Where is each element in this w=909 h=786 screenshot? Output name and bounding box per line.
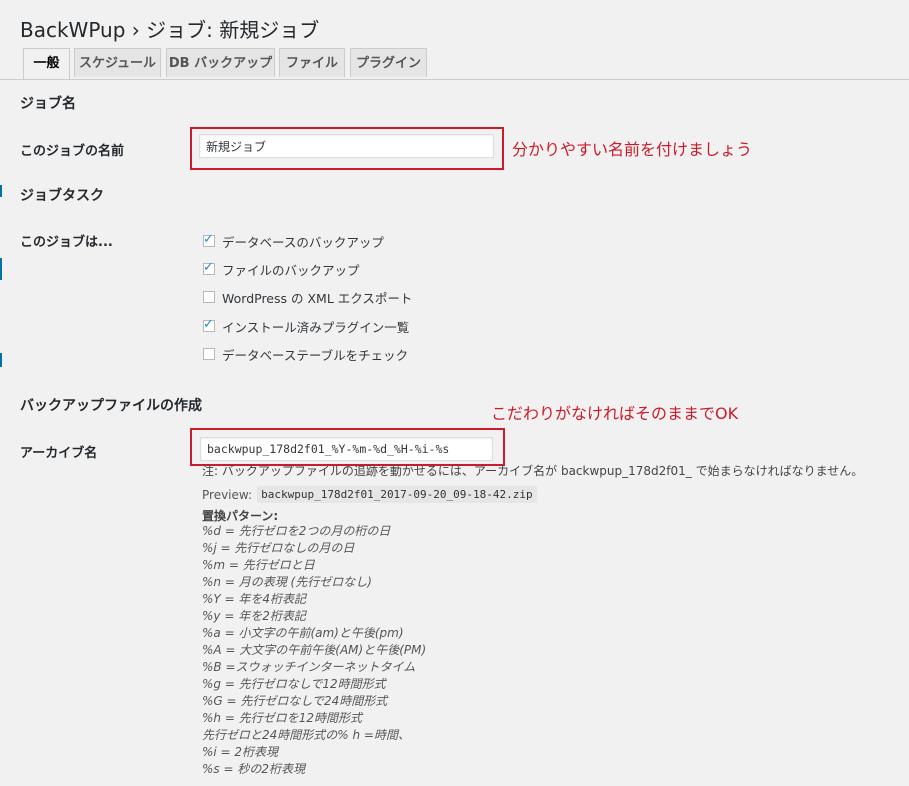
replacement-pattern: %n = 月の表現 (先行ゼロなし) bbox=[202, 575, 372, 589]
replacement-pattern: %a = 小文字の午前(am)と午後(pm) bbox=[202, 626, 404, 640]
tab-plugins[interactable]: プラグイン bbox=[350, 48, 427, 77]
tab-schedule[interactable]: スケジュール bbox=[74, 48, 161, 77]
task-database-backup[interactable]: ✓ データベースのバックアップ bbox=[203, 232, 384, 250]
preview-filename: backwpup_178d2f01_2017-09-20_09-18-42.zi… bbox=[257, 486, 537, 503]
replacement-pattern: %d = 先行ゼロを2つの月の桁の日 bbox=[202, 524, 391, 538]
replacement-patterns-title: 置換パターン: bbox=[202, 509, 279, 523]
replacement-pattern: %s = 秒の2桁表現 bbox=[202, 762, 305, 776]
job-name-label: このジョブの名前 bbox=[20, 144, 125, 159]
replacement-pattern: %A = 大文字の午前午後(AM)と午後(PM) bbox=[202, 643, 427, 657]
tab-db-backup[interactable]: DB バックアップ bbox=[166, 48, 275, 77]
admin-menu-edge bbox=[0, 0, 2, 786]
tab-general[interactable]: 一般 bbox=[23, 48, 70, 79]
archive-heading: バックアップファイルの作成 bbox=[20, 398, 202, 414]
checkbox-file-backup[interactable]: ✓ bbox=[203, 260, 215, 275]
task-label: データベースのバックアップ bbox=[222, 234, 384, 250]
job-name-annotation: 分かりやすい名前を付けましょう bbox=[512, 140, 753, 159]
replacement-pattern: %m = 先行ゼロと日 bbox=[202, 558, 315, 572]
replacement-pattern: %y = 年を2桁表記 bbox=[202, 609, 306, 623]
job-tasks-label: このジョブは... bbox=[20, 235, 113, 250]
replacement-pattern: %h = 先行ゼロを12時間形式 bbox=[202, 711, 362, 725]
replacement-pattern: %G = 先行ゼロなしで24時間形式 bbox=[202, 694, 388, 708]
replacement-pattern: %i = 2桁表現 bbox=[202, 745, 279, 759]
page-title: BackWPup › ジョブ: 新規ジョブ bbox=[20, 18, 320, 42]
highlight-box-job-name bbox=[190, 127, 504, 170]
checkmark-icon: ✓ bbox=[203, 317, 214, 332]
checkbox-xml-export[interactable] bbox=[203, 291, 215, 303]
task-file-backup[interactable]: ✓ ファイルのバックアップ bbox=[203, 260, 360, 278]
archive-annotation: こだわりがなければそのままでOK bbox=[491, 404, 739, 423]
replacement-pattern: %Y = 年を4桁表記 bbox=[202, 592, 307, 606]
replacement-patterns-list: %d = 先行ゼロを2つの月の桁の日 %j = 先行ゼロなしの月の日 %m = … bbox=[202, 523, 426, 778]
task-xml-export[interactable]: WordPress の XML エクスポート bbox=[203, 288, 412, 306]
task-check-tables[interactable]: データベーステーブルをチェック bbox=[203, 345, 408, 363]
task-plugin-list[interactable]: ✓ インストール済みプラグイン一覧 bbox=[203, 317, 409, 335]
task-label: ファイルのバックアップ bbox=[222, 262, 360, 278]
checkmark-icon: ✓ bbox=[203, 232, 214, 247]
checkmark-icon: ✓ bbox=[203, 260, 214, 275]
replacement-pattern: 先行ゼロと24時間形式の% h =時間、 bbox=[202, 728, 410, 742]
highlight-box-archive-name bbox=[190, 428, 505, 466]
task-label: インストール済みプラグイン一覧 bbox=[222, 319, 410, 335]
replacement-pattern: %B =スウォッチインターネットタイム bbox=[202, 660, 416, 674]
task-label: データベーステーブルをチェック bbox=[222, 347, 409, 363]
job-name-heading: ジョブ名 bbox=[20, 96, 76, 112]
task-label: WordPress の XML エクスポート bbox=[222, 290, 413, 306]
checkbox-plugin-list[interactable]: ✓ bbox=[203, 317, 215, 332]
job-tasks-heading: ジョブタスク bbox=[20, 188, 104, 204]
archive-name-label: アーカイブ名 bbox=[20, 446, 98, 461]
replacement-pattern: %j = 先行ゼロなしの月の日 bbox=[202, 541, 355, 555]
job-tabs: 一般 スケジュール DB バックアップ ファイル プラグイン bbox=[0, 48, 909, 80]
tab-files[interactable]: ファイル bbox=[279, 48, 345, 77]
archive-preview: Preview: backwpup_178d2f01_2017-09-20_09… bbox=[202, 486, 537, 503]
preview-label: Preview: bbox=[202, 487, 253, 502]
archive-name-note: 注: バックアップファイルの追跡を動かせるには、アーカイブ名が backwpup… bbox=[202, 464, 864, 478]
checkbox-database-backup[interactable]: ✓ bbox=[203, 232, 215, 247]
checkbox-check-tables[interactable] bbox=[203, 348, 215, 360]
replacement-pattern: %g = 先行ゼロなしで12時間形式 bbox=[202, 677, 386, 691]
